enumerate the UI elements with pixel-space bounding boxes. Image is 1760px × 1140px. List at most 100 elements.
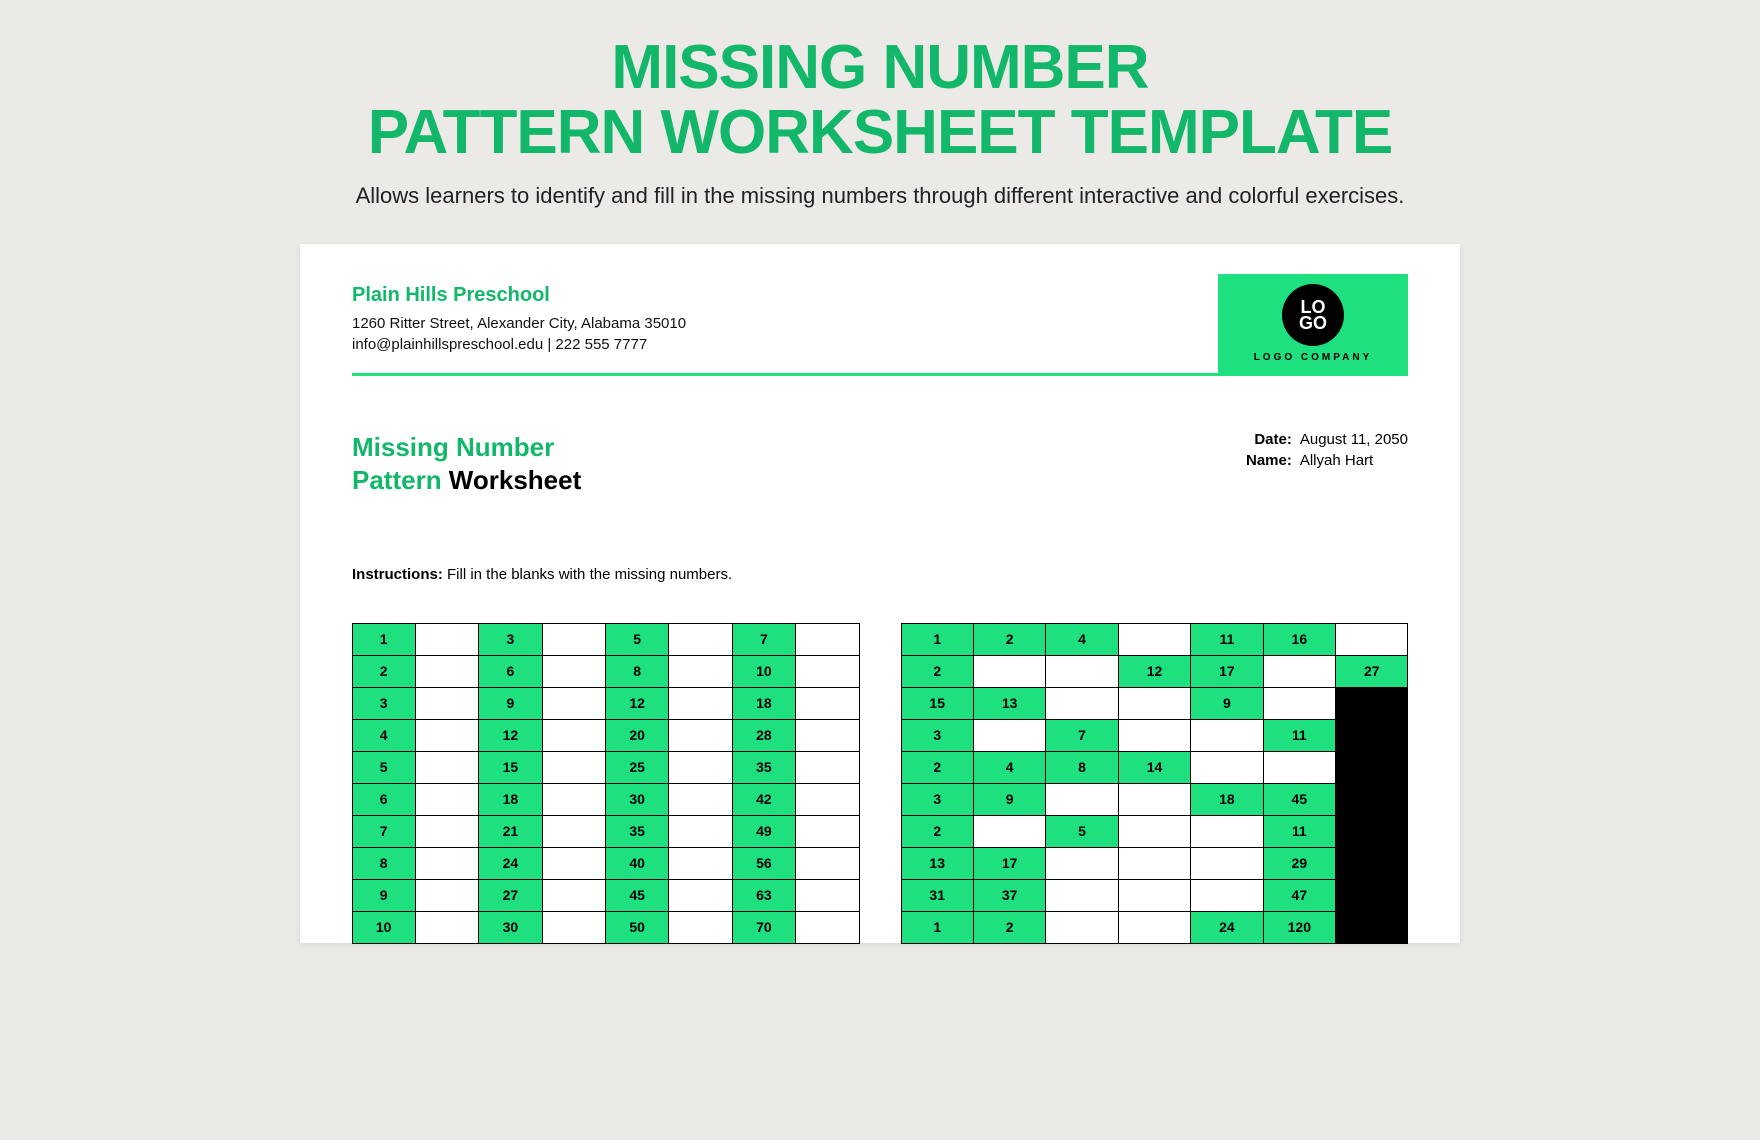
- name-label: Name:: [1238, 452, 1292, 469]
- dark-cell: [1335, 847, 1408, 880]
- blank-cell[interactable]: [542, 815, 606, 848]
- blank-cell[interactable]: [668, 719, 732, 752]
- blank-cell[interactable]: [415, 687, 479, 720]
- blank-cell[interactable]: [1118, 879, 1191, 912]
- blank-cell[interactable]: [542, 687, 606, 720]
- filled-cell: 37: [973, 879, 1046, 912]
- organization-name: Plain Hills Preschool: [352, 284, 686, 307]
- blank-cell[interactable]: [668, 847, 732, 880]
- blank-cell[interactable]: [542, 783, 606, 816]
- filled-cell: 56: [732, 847, 796, 880]
- organization-address: 1260 Ritter Street, Alexander City, Alab…: [352, 313, 686, 334]
- blank-cell[interactable]: [1118, 815, 1191, 848]
- logo-icon: LO GO: [1282, 284, 1344, 346]
- blank-cell[interactable]: [795, 847, 859, 880]
- blank-cell[interactable]: [1190, 751, 1263, 784]
- blank-cell[interactable]: [795, 751, 859, 784]
- blank-cell[interactable]: [415, 623, 479, 656]
- organization-block: Plain Hills Preschool 1260 Ritter Street…: [352, 274, 686, 373]
- blank-cell[interactable]: [415, 655, 479, 688]
- filled-cell: 8: [605, 655, 669, 688]
- blank-cell[interactable]: [1190, 879, 1263, 912]
- dark-cell: [1335, 783, 1408, 816]
- number-grid-right: 1241116212172715139371124814391845251113…: [901, 623, 1408, 943]
- filled-cell: 47: [1263, 879, 1336, 912]
- blank-cell[interactable]: [542, 751, 606, 784]
- dark-cell: [1335, 815, 1408, 848]
- blank-cell[interactable]: [1045, 879, 1118, 912]
- blank-cell[interactable]: [795, 655, 859, 688]
- blank-cell[interactable]: [1045, 783, 1118, 816]
- blank-cell[interactable]: [795, 783, 859, 816]
- blank-cell[interactable]: [1190, 815, 1263, 848]
- blank-cell[interactable]: [1118, 783, 1191, 816]
- grid-row: 5152535: [352, 751, 859, 783]
- filled-cell: 29: [1263, 847, 1336, 880]
- filled-cell: 18: [732, 687, 796, 720]
- blank-cell[interactable]: [542, 719, 606, 752]
- filled-cell: 18: [1190, 783, 1263, 816]
- blank-cell[interactable]: [415, 815, 479, 848]
- filled-cell: 15: [901, 687, 974, 720]
- blank-cell[interactable]: [542, 847, 606, 880]
- filled-cell: 49: [732, 815, 796, 848]
- blank-cell[interactable]: [973, 815, 1046, 848]
- blank-cell[interactable]: [1118, 719, 1191, 752]
- blank-cell[interactable]: [1118, 911, 1191, 944]
- filled-cell: 17: [1190, 655, 1263, 688]
- worksheet-document: Plain Hills Preschool 1260 Ritter Street…: [300, 244, 1460, 943]
- dark-cell: [1335, 751, 1408, 784]
- blank-cell[interactable]: [415, 783, 479, 816]
- blank-cell[interactable]: [668, 623, 732, 656]
- blank-cell[interactable]: [668, 655, 732, 688]
- dark-cell: [1335, 687, 1408, 720]
- filled-cell: 17: [973, 847, 1046, 880]
- blank-cell[interactable]: [668, 815, 732, 848]
- blank-cell[interactable]: [1045, 847, 1118, 880]
- blank-cell[interactable]: [1335, 623, 1408, 656]
- blank-cell[interactable]: [542, 655, 606, 688]
- blank-cell[interactable]: [795, 815, 859, 848]
- blank-cell[interactable]: [1263, 751, 1336, 784]
- blank-cell[interactable]: [668, 751, 732, 784]
- grid-row: 131729: [901, 847, 1408, 879]
- blank-cell[interactable]: [1045, 687, 1118, 720]
- filled-cell: 4: [352, 719, 416, 752]
- blank-cell[interactable]: [542, 623, 606, 656]
- blank-cell[interactable]: [1118, 687, 1191, 720]
- blank-cell[interactable]: [795, 719, 859, 752]
- blank-cell[interactable]: [1045, 655, 1118, 688]
- blank-cell[interactable]: [795, 687, 859, 720]
- filled-cell: 4: [973, 751, 1046, 784]
- blank-cell[interactable]: [1118, 623, 1191, 656]
- blank-cell[interactable]: [668, 783, 732, 816]
- grid-row: 313747: [901, 879, 1408, 911]
- blank-cell[interactable]: [795, 911, 859, 944]
- blank-cell[interactable]: [415, 847, 479, 880]
- blank-cell[interactable]: [415, 911, 479, 944]
- blank-cell[interactable]: [973, 655, 1046, 688]
- blank-cell[interactable]: [668, 879, 732, 912]
- blank-cell[interactable]: [1190, 847, 1263, 880]
- blank-cell[interactable]: [668, 687, 732, 720]
- blank-cell[interactable]: [1045, 911, 1118, 944]
- blank-cell[interactable]: [1263, 687, 1336, 720]
- blank-cell[interactable]: [795, 623, 859, 656]
- blank-cell[interactable]: [415, 719, 479, 752]
- filled-cell: 18: [478, 783, 542, 816]
- blank-cell[interactable]: [1263, 655, 1336, 688]
- blank-cell[interactable]: [415, 879, 479, 912]
- title-line2: PATTERN WORKSHEET TEMPLATE: [368, 98, 1393, 167]
- blank-cell[interactable]: [415, 751, 479, 784]
- blank-cell[interactable]: [668, 911, 732, 944]
- blank-cell[interactable]: [542, 879, 606, 912]
- blank-cell[interactable]: [1190, 719, 1263, 752]
- worksheet-title: Missing Number Pattern Worksheet: [352, 431, 581, 496]
- blank-cell[interactable]: [973, 719, 1046, 752]
- filled-cell: 7: [1045, 719, 1118, 752]
- filled-cell: 12: [605, 687, 669, 720]
- blank-cell[interactable]: [795, 879, 859, 912]
- filled-cell: 50: [605, 911, 669, 944]
- blank-cell[interactable]: [542, 911, 606, 944]
- blank-cell[interactable]: [1118, 847, 1191, 880]
